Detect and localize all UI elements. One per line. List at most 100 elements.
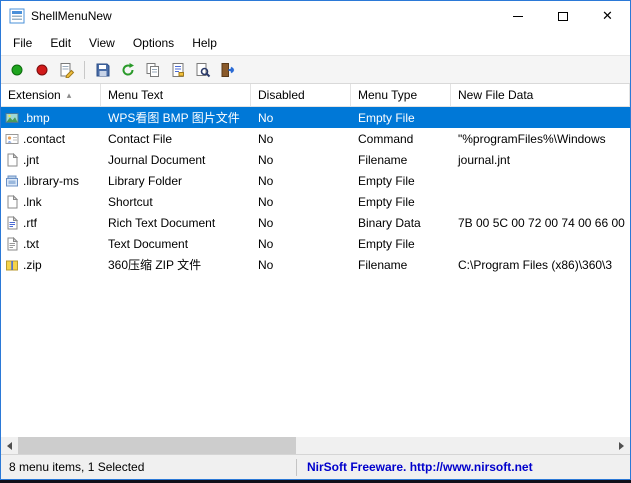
cell-menu-text: 360压缩 ZIP 文件 <box>101 254 251 275</box>
maximize-button[interactable] <box>540 1 585 31</box>
scroll-right-button[interactable] <box>613 437 630 454</box>
cell-menu-type: Binary Data <box>351 212 451 233</box>
copy-icon <box>145 62 161 78</box>
sort-ascending-icon: ▴ <box>67 90 72 101</box>
enable-dot-icon <box>9 62 25 78</box>
find-icon <box>195 62 211 78</box>
app-window: ShellMenuNew ✕ File Edit View Options He… <box>0 0 631 480</box>
cell-menu-text: Text Document <box>101 233 251 254</box>
table-row[interactable]: .zip360压缩 ZIP 文件NoFilenameC:\Program Fil… <box>1 254 630 275</box>
column-header-extension[interactable]: Extension ▴ <box>1 84 101 106</box>
cell-disabled: No <box>251 149 351 170</box>
column-header-menu-type[interactable]: Menu Type <box>351 84 451 106</box>
column-header-new-file-data[interactable]: New File Data <box>451 84 630 106</box>
cell-menu-type: Empty File <box>351 170 451 191</box>
shellmenunew-app-icon[interactable] <box>9 8 25 24</box>
menu-file[interactable]: File <box>4 33 41 53</box>
close-button[interactable]: ✕ <box>585 1 630 31</box>
column-header-label: Extension <box>8 88 61 102</box>
scroll-right-arrow-icon <box>619 442 624 450</box>
table-row[interactable]: .rtfRich Text DocumentNoBinary Data7B 00… <box>1 212 630 233</box>
cell-extension: .bmp <box>1 107 101 128</box>
refresh-button[interactable] <box>116 58 139 81</box>
properties-edit-icon <box>59 62 75 78</box>
menu-edit[interactable]: Edit <box>41 33 80 53</box>
toolbar <box>1 55 630 84</box>
cell-menu-type: Empty File <box>351 191 451 212</box>
exit-button[interactable] <box>216 58 239 81</box>
cell-menu-text: Shortcut <box>101 191 251 212</box>
cell-menu-type: Command <box>351 128 451 149</box>
cell-new-file-data <box>451 170 630 191</box>
nirsoft-freeware-link[interactable]: NirSoft Freeware. http://www.nirsoft.net <box>297 460 533 474</box>
enable-item-button[interactable] <box>5 58 28 81</box>
cell-menu-type: Empty File <box>351 107 451 128</box>
cell-disabled: No <box>251 212 351 233</box>
cell-disabled: No <box>251 107 351 128</box>
cell-new-file-data: C:\Program Files (x86)\360\3 <box>451 254 630 275</box>
cell-menu-type: Filename <box>351 254 451 275</box>
status-item-count: 8 menu items, 1 Selected <box>1 460 296 474</box>
table-row[interactable]: .contactContact FileNoCommand"%programFi… <box>1 128 630 149</box>
table-row[interactable]: .jntJournal DocumentNoFilenamejournal.jn… <box>1 149 630 170</box>
cell-disabled: No <box>251 254 351 275</box>
cell-extension: .rtf <box>1 212 101 233</box>
menu-items-list: Extension ▴ Menu Text Disabled Menu Type… <box>1 84 630 437</box>
disable-item-button[interactable] <box>30 58 53 81</box>
scroll-left-button[interactable] <box>1 437 18 454</box>
menu-help[interactable]: Help <box>183 33 226 53</box>
cell-new-file-data <box>451 233 630 254</box>
cell-menu-text: Library Folder <box>101 170 251 191</box>
cell-new-file-data: 7B 00 5C 00 72 00 74 00 66 00 <box>451 212 630 233</box>
cell-menu-type: Empty File <box>351 233 451 254</box>
copy-button[interactable] <box>141 58 164 81</box>
caption-buttons: ✕ <box>495 1 630 31</box>
cell-disabled: No <box>251 128 351 149</box>
column-header-menu-text[interactable]: Menu Text <box>101 84 251 106</box>
scroll-track[interactable] <box>18 437 613 454</box>
table-row[interactable]: .bmpWPS看图 BMP 图片文件NoEmpty File <box>1 107 630 128</box>
horizontal-scrollbar[interactable] <box>1 437 630 454</box>
maximize-icon <box>558 12 568 21</box>
cell-new-file-data <box>451 191 630 212</box>
table-row[interactable]: .library-msLibrary FolderNoEmpty File <box>1 170 630 191</box>
zip-file-icon <box>5 258 19 272</box>
cell-disabled: No <box>251 233 351 254</box>
window-title: ShellMenuNew <box>31 9 112 23</box>
richtext-file-icon <box>5 216 19 230</box>
cell-extension: .lnk <box>1 191 101 212</box>
refresh-icon <box>120 62 136 78</box>
menu-options[interactable]: Options <box>124 33 183 53</box>
cell-new-file-data <box>451 107 630 128</box>
cell-menu-text: Journal Document <box>101 149 251 170</box>
table-body: .bmpWPS看图 BMP 图片文件NoEmpty File.contactCo… <box>1 107 630 437</box>
menu-bar: File Edit View Options Help <box>1 31 630 55</box>
exit-icon <box>220 62 236 78</box>
scroll-left-arrow-icon <box>7 442 12 450</box>
properties-button[interactable] <box>166 58 189 81</box>
table-header: Extension ▴ Menu Text Disabled Menu Type… <box>1 84 630 107</box>
properties-icon <box>170 62 186 78</box>
find-button[interactable] <box>191 58 214 81</box>
cell-menu-text: WPS看图 BMP 图片文件 <box>101 107 251 128</box>
minimize-button[interactable] <box>495 1 540 31</box>
cell-new-file-data: "%programFiles%\Windows <box>451 128 630 149</box>
cell-extension: .txt <box>1 233 101 254</box>
cell-extension: .library-ms <box>1 170 101 191</box>
cell-extension: .zip <box>1 254 101 275</box>
cell-new-file-data: journal.jnt <box>451 149 630 170</box>
scroll-thumb[interactable] <box>18 437 296 454</box>
table-row[interactable]: .txtText DocumentNoEmpty File <box>1 233 630 254</box>
minimize-icon <box>513 16 523 17</box>
disable-dot-icon <box>34 62 50 78</box>
save-button[interactable] <box>91 58 114 81</box>
status-bar: 8 menu items, 1 Selected NirSoft Freewar… <box>1 454 630 479</box>
menu-view[interactable]: View <box>80 33 124 53</box>
save-icon <box>95 62 111 78</box>
column-header-disabled[interactable]: Disabled <box>251 84 351 106</box>
table-row[interactable]: .lnkShortcutNoEmpty File <box>1 191 630 212</box>
properties-edit-button[interactable] <box>55 58 78 81</box>
cell-disabled: No <box>251 191 351 212</box>
title-bar: ShellMenuNew ✕ <box>1 1 630 31</box>
document-file-icon <box>5 195 19 209</box>
